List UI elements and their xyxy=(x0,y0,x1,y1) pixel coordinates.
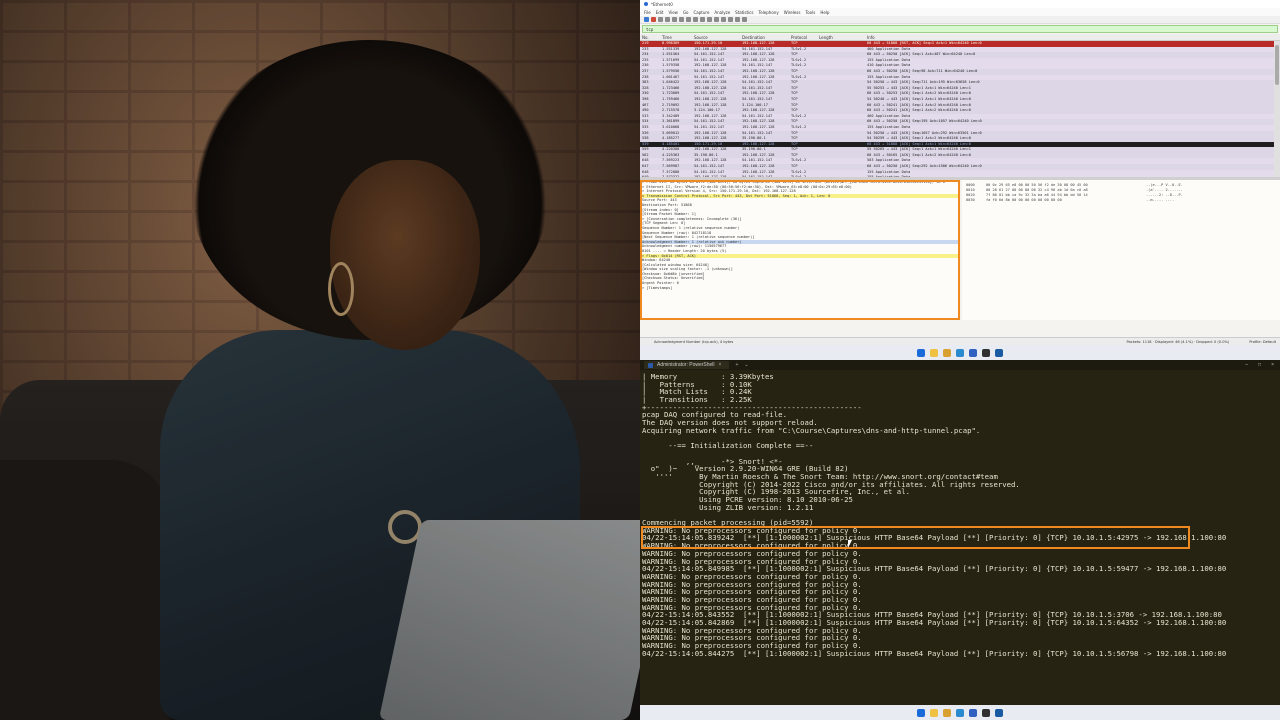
snort-alert-line: 04/22-15:14:05.844275 [**] [1:1000002:1]… xyxy=(642,648,1227,658)
options-icon[interactable] xyxy=(665,17,670,22)
terminal-icon[interactable] xyxy=(982,708,990,717)
column-no[interactable]: No. xyxy=(640,35,662,40)
maximize-icon[interactable]: □ xyxy=(1258,362,1261,368)
taskbar-bottom xyxy=(640,705,1280,720)
menu-item-tools[interactable]: Tools xyxy=(805,10,815,15)
find-packet-icon[interactable] xyxy=(700,17,705,22)
hex-asc: ..m..... .... xyxy=(1146,198,1175,202)
menu-item-wireless[interactable]: Wireless xyxy=(784,10,801,15)
packet-bytes-pane: 0000 00 0c 29 65 e8 00 00 50 56 f2 de 30 … xyxy=(962,180,1280,320)
minimize-icon[interactable]: – xyxy=(1245,362,1248,368)
store-icon[interactable] xyxy=(969,708,977,717)
column-info[interactable]: Info xyxy=(867,35,1280,40)
hex-hex: fa f0 6d 8b 00 00 00 00 00 00 00 00 xyxy=(986,198,1062,202)
terminal-output[interactable]: | Memory : 3.39Kbytes | Patterns : 0.10K |… xyxy=(640,370,1280,657)
zoom-in-icon[interactable] xyxy=(728,17,733,22)
column-source[interactable]: Source xyxy=(694,35,742,40)
terminal-tab[interactable]: Administrator: PowerShell × xyxy=(644,361,730,369)
reload-icon[interactable] xyxy=(693,17,698,22)
packet-cell-time: 7.573322 xyxy=(662,175,694,177)
new-tab-icon[interactable]: + xyxy=(735,362,738,368)
wireshark-window: *Ethernet0 File Edit View Go Capture Analyze S… xyxy=(640,0,1280,360)
menu-item-edit[interactable]: Edit xyxy=(656,10,664,15)
terminal-icon[interactable] xyxy=(982,348,990,357)
windows-icon[interactable] xyxy=(917,348,925,357)
zoom-out-icon[interactable] xyxy=(735,17,740,22)
packet-row[interactable]: 6497.573322192.168.127.12854.161.152.147… xyxy=(640,175,1280,177)
tab-dropdown-icon[interactable]: ⌄ xyxy=(744,362,748,368)
wireshark-icon[interactable] xyxy=(995,708,1003,717)
terminal-titlebar: Administrator: PowerShell × + ⌄ – □ × xyxy=(640,360,1280,370)
menu-item-go[interactable]: Go xyxy=(683,10,689,15)
store-icon[interactable] xyxy=(969,348,977,357)
restart-capture-icon[interactable] xyxy=(658,17,663,22)
open-file-icon[interactable] xyxy=(672,17,677,22)
start-capture-icon[interactable] xyxy=(644,17,649,22)
alert-highlight-box xyxy=(641,526,1190,549)
go-forward-icon[interactable] xyxy=(714,17,719,22)
go-to-packet-icon[interactable] xyxy=(721,17,726,22)
search-icon[interactable] xyxy=(930,708,938,717)
powershell-window: Administrator: PowerShell × + ⌄ – □ × | … xyxy=(640,360,1280,720)
save-file-icon[interactable] xyxy=(679,17,684,22)
terminal-line: Using ZLIB version: 1.2.11 xyxy=(642,502,814,512)
display-filter-input[interactable]: tcp xyxy=(642,25,1278,33)
hex-line[interactable]: 0030 fa f0 6d 8b 00 00 00 00 00 00 00 00.… xyxy=(966,198,1276,203)
wireshark-icon[interactable] xyxy=(995,348,1003,357)
terminal-line: --== Initialization Complete ==-- xyxy=(642,441,814,451)
edge-icon[interactable] xyxy=(956,708,964,717)
close-file-icon[interactable] xyxy=(686,17,691,22)
wireshark-titlebar: *Ethernet0 xyxy=(640,0,1280,8)
menu-item-help[interactable]: Help xyxy=(820,10,829,15)
explorer-icon[interactable] xyxy=(943,708,951,717)
wireshark-fin-icon xyxy=(644,2,648,6)
packet-list-header: No. Time Source Destination Protocol Len… xyxy=(640,34,1280,41)
status-field-info: Acknowledgment Number (tcp.ack), 4 bytes xyxy=(654,339,734,344)
close-tab-icon[interactable]: × xyxy=(719,362,722,368)
menu-bar: File Edit View Go Capture Analyze Statistics Te… xyxy=(640,8,1280,16)
resize-columns-icon[interactable] xyxy=(742,17,747,22)
main-toolbar xyxy=(640,16,1280,24)
packet-cell-src: 192.168.127.128 xyxy=(694,175,742,177)
menu-item-file[interactable]: File xyxy=(644,10,651,15)
menu-item-analyze[interactable]: Analyze xyxy=(714,10,730,15)
packet-cell-info: 155 Application Data xyxy=(867,175,1280,177)
go-back-icon[interactable] xyxy=(707,17,712,22)
display-filter-value: tcp xyxy=(646,26,654,32)
packet-list-scrollbar[interactable] xyxy=(1274,41,1280,177)
details-highlight-box xyxy=(640,180,960,320)
hex-off: 0030 xyxy=(966,198,975,202)
packet-cell-no: 649 xyxy=(640,175,662,177)
search-icon[interactable] xyxy=(930,348,938,357)
status-profile[interactable]: Profile: Default xyxy=(1249,340,1276,344)
taskbar-top xyxy=(640,345,1280,360)
status-bar: Acknowledgment Number (tcp.ack), 4 bytes… xyxy=(640,337,1280,345)
packet-cell-proto: TLSv1.2 xyxy=(791,175,819,177)
terminal-line: Acquiring network traffic from "C:\Cours… xyxy=(642,425,981,435)
powershell-icon xyxy=(648,362,653,368)
menu-item-telephony[interactable]: Telephony xyxy=(758,10,778,15)
terminal-tab-title: Administrator: PowerShell xyxy=(657,362,715,368)
column-protocol[interactable]: Protocol xyxy=(791,35,819,40)
mouse-cursor-icon xyxy=(848,540,852,548)
packet-cell-dst: 54.161.152.147 xyxy=(742,175,791,177)
column-length[interactable]: Length xyxy=(819,35,867,40)
menu-item-capture[interactable]: Capture xyxy=(694,10,710,15)
windows-icon[interactable] xyxy=(917,708,925,717)
edge-icon[interactable] xyxy=(956,348,964,357)
menu-item-view[interactable]: View xyxy=(668,10,678,15)
column-time[interactable]: Time xyxy=(662,35,694,40)
background-photo xyxy=(0,0,640,720)
close-icon[interactable]: × xyxy=(1271,362,1274,368)
column-destination[interactable]: Destination xyxy=(742,35,791,40)
explorer-icon[interactable] xyxy=(943,348,951,357)
window-title: *Ethernet0 xyxy=(651,1,673,7)
status-packet-count: Packets: 1118 · Displayed: 46 (4.1%) · D… xyxy=(1126,339,1230,344)
stop-capture-icon[interactable] xyxy=(651,17,656,22)
packet-list: 219 0.996369 150.171.29.10 192.168.127.128 T… xyxy=(640,41,1280,177)
packet-cell-len xyxy=(819,175,867,177)
menu-item-statistics[interactable]: Statistics xyxy=(735,10,753,15)
